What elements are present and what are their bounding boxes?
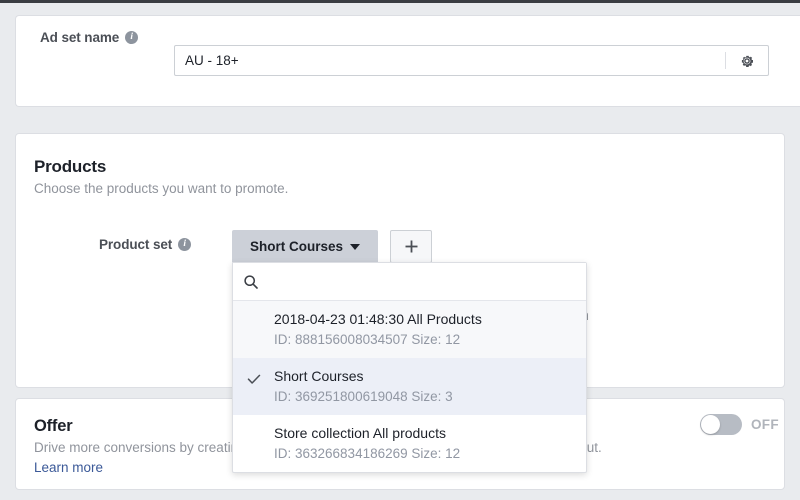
check-slot	[233, 310, 274, 314]
offer-toggle-state-label: OFF	[751, 417, 779, 432]
page-root: Ad set name i Products Choose the produc…	[0, 0, 800, 500]
offer-toggle-group: OFF	[700, 414, 779, 435]
list-item-meta: ID: 369251800619048 Size: 3	[274, 387, 576, 406]
ad-set-name-label: Ad set name	[40, 30, 119, 45]
info-icon[interactable]: i	[178, 238, 191, 251]
list-item-name: Store collection All products	[274, 424, 576, 443]
product-set-label-group: Product set i	[99, 237, 191, 252]
list-item[interactable]: Short Courses ID: 369251800619048 Size: …	[233, 358, 586, 415]
products-subtitle: Choose the products you want to promote.	[34, 181, 288, 196]
list-item-name: 2018-04-23 01:48:30 All Products	[274, 310, 576, 329]
product-set-label: Product set	[99, 237, 172, 252]
ad-set-name-input-wrapper[interactable]	[174, 45, 769, 76]
top-divider	[0, 0, 800, 3]
ad-set-name-label-group: Ad set name i	[40, 30, 138, 45]
list-item-meta: ID: 363266834186269 Size: 12	[274, 444, 576, 463]
dropdown-search-input[interactable]	[267, 263, 576, 300]
check-slot	[233, 367, 274, 387]
plus-icon	[404, 239, 419, 254]
products-heading: Products	[34, 157, 106, 177]
ad-set-name-input[interactable]	[175, 46, 725, 75]
list-item-text: 2018-04-23 01:48:30 All Products ID: 888…	[274, 310, 576, 349]
toggle-knob	[701, 415, 720, 434]
search-icon	[243, 274, 259, 290]
list-item-meta: ID: 888156008034507 Size: 12	[274, 330, 576, 349]
offer-toggle-switch[interactable]	[700, 414, 742, 435]
offer-heading: Offer	[34, 417, 72, 436]
product-set-dropdown-panel: 2018-04-23 01:48:30 All Products ID: 888…	[232, 262, 587, 473]
product-set-selected-label: Short Courses	[250, 239, 343, 254]
product-set-dropdown-button[interactable]: Short Courses	[232, 230, 378, 263]
check-slot	[233, 424, 274, 428]
list-item-text: Short Courses ID: 369251800619048 Size: …	[274, 367, 576, 406]
dropdown-search-row[interactable]	[233, 263, 586, 301]
add-product-set-button[interactable]	[390, 230, 432, 263]
list-item[interactable]: Store collection All products ID: 363266…	[233, 415, 586, 472]
chevron-down-icon	[350, 244, 360, 250]
check-icon	[246, 371, 262, 387]
info-icon[interactable]: i	[125, 31, 138, 44]
list-item[interactable]: 2018-04-23 01:48:30 All Products ID: 888…	[233, 301, 586, 358]
list-item-text: Store collection All products ID: 363266…	[274, 424, 576, 463]
list-item-name: Short Courses	[274, 367, 576, 386]
gear-icon[interactable]	[726, 46, 768, 75]
learn-more-link[interactable]: Learn more	[34, 460, 103, 475]
